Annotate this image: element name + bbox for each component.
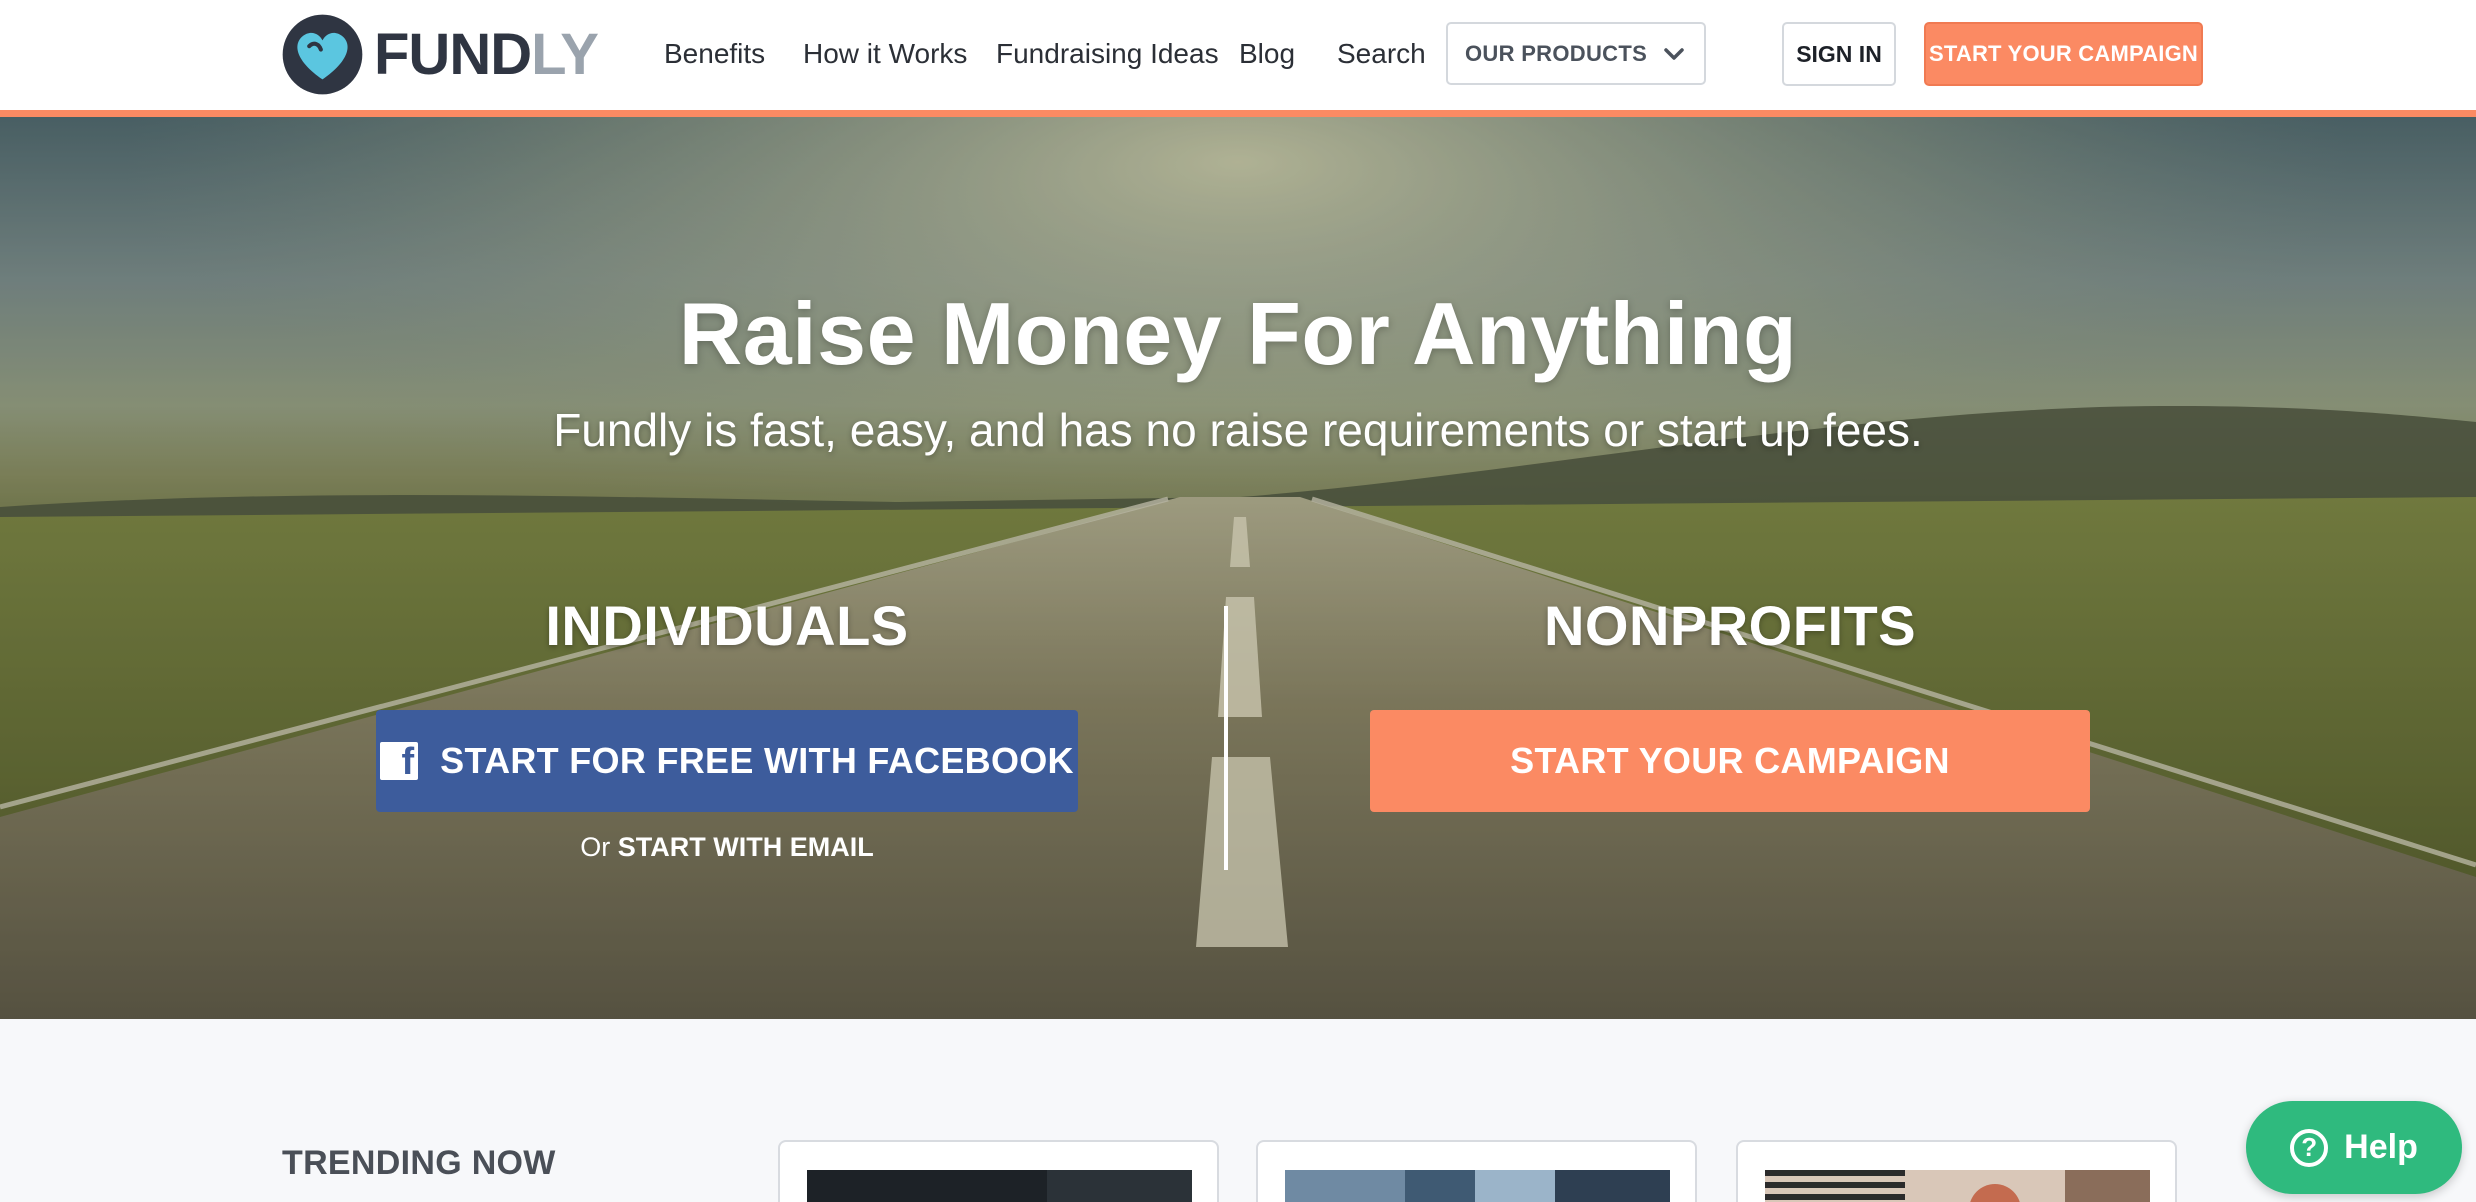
individuals-heading: INDIVIDUALS bbox=[545, 594, 909, 657]
trending-now-heading: TRENDING NOW bbox=[282, 1144, 556, 1182]
nonprofits-heading: NONPROFITS bbox=[1543, 594, 1917, 657]
hero-section: Raise Money For Anything Fundly is fast,… bbox=[0, 117, 2476, 1019]
nav-benefits[interactable]: Benefits bbox=[664, 32, 765, 76]
campaign-thumbnail bbox=[1285, 1170, 1670, 1202]
start-with-email-link[interactable]: START WITH EMAIL bbox=[618, 832, 874, 862]
fundly-logo[interactable]: FUNDLY bbox=[281, 13, 599, 96]
logo-wordmark: FUNDLY bbox=[374, 21, 599, 88]
our-products-dropdown[interactable]: OUR PRODUCTS bbox=[1446, 22, 1706, 85]
question-icon: ? bbox=[2290, 1128, 2329, 1167]
hero-column-divider bbox=[1224, 606, 1228, 870]
site-header: FUNDLY Benefits How it Works Fundraising… bbox=[0, 0, 2476, 117]
trending-card[interactable] bbox=[778, 1140, 1219, 1202]
help-widget-button[interactable]: ? Help bbox=[2246, 1101, 2462, 1194]
campaign-thumbnail bbox=[807, 1170, 1192, 1202]
header-start-campaign-button[interactable]: START YOUR CAMPAIGN bbox=[1924, 22, 2203, 86]
logo-text-accent: LY bbox=[531, 22, 599, 87]
start-your-campaign-button[interactable]: START YOUR CAMPAIGN bbox=[1370, 710, 2090, 812]
help-label: Help bbox=[2344, 1128, 2418, 1166]
start-with-email-line: Or START WITH EMAIL bbox=[376, 832, 1078, 863]
hero-road-background bbox=[0, 117, 2476, 1019]
email-prefix: Or bbox=[580, 832, 611, 862]
heart-logo-icon bbox=[282, 14, 363, 95]
nav-fundraising-ideas[interactable]: Fundraising Ideas bbox=[996, 32, 1219, 76]
trending-card[interactable] bbox=[1256, 1140, 1697, 1202]
nav-search[interactable]: Search bbox=[1337, 32, 1426, 76]
sign-in-button[interactable]: SIGN IN bbox=[1782, 22, 1896, 86]
our-products-label: OUR PRODUCTS bbox=[1465, 40, 1648, 66]
campaign-thumbnail bbox=[1765, 1170, 2150, 1202]
trending-card[interactable] bbox=[1736, 1140, 2177, 1202]
nav-blog[interactable]: Blog bbox=[1239, 32, 1295, 76]
logo-text-main: FUND bbox=[374, 22, 532, 87]
facebook-icon bbox=[380, 741, 419, 784]
hero-title: Raise Money For Anything bbox=[678, 284, 1798, 383]
hero-subtitle: Fundly is fast, easy, and has no raise r… bbox=[553, 404, 1923, 456]
chevron-down-icon bbox=[1664, 47, 1684, 60]
start-with-facebook-button[interactable]: START FOR FREE WITH FACEBOOK bbox=[376, 710, 1078, 812]
start-with-facebook-label: START FOR FREE WITH FACEBOOK bbox=[440, 740, 1074, 781]
nav-how-it-works[interactable]: How it Works bbox=[803, 32, 967, 76]
